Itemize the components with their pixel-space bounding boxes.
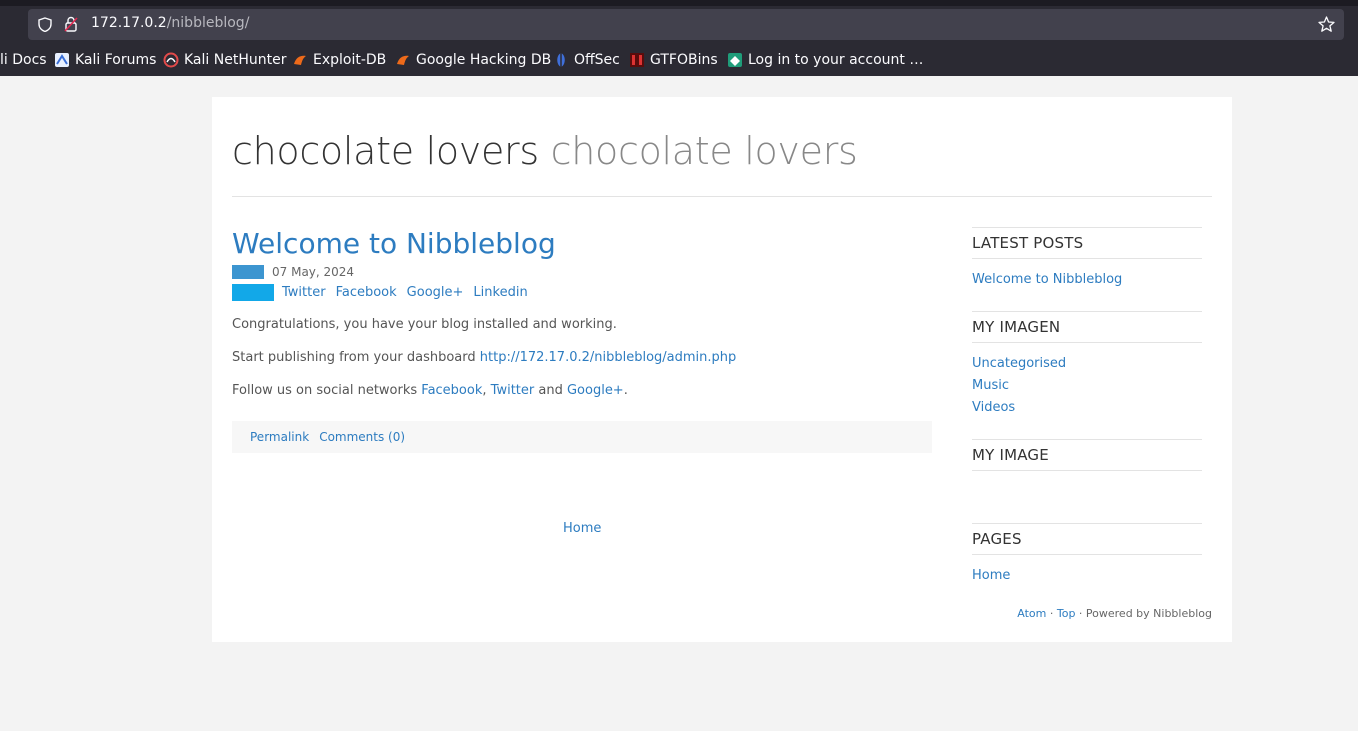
social-facebook-link[interactable]: Facebook — [421, 383, 482, 398]
site-slogan: chocolate lovers — [550, 129, 858, 173]
bookmark-label: GTFOBins — [650, 52, 718, 68]
powered-by-text: · Powered by Nibbleblog — [1075, 607, 1212, 620]
offsec-icon — [557, 53, 565, 67]
share-links: Twitter Facebook Google+ Linkedin — [282, 285, 528, 300]
post-footer: Permalink Comments (0) — [232, 421, 932, 453]
site-title[interactable]: chocolate lovers — [232, 129, 539, 173]
bookmark-gtfobins[interactable]: GTFOBins — [629, 50, 718, 70]
kali-nethunter-icon — [163, 52, 179, 68]
bookmark-label: Google Hacking DB — [416, 52, 552, 68]
post-paragraph-2: Start publishing from your dashboard htt… — [232, 350, 736, 365]
post-date: 07 May, 2024 — [272, 265, 355, 279]
google-hacking-db-icon — [397, 55, 409, 65]
login-account-icon — [728, 53, 742, 67]
paragraph-text: Follow us on social networks — [232, 383, 422, 398]
social-googleplus-link[interactable]: Google+ — [567, 383, 624, 398]
paragraph-text: . — [623, 383, 628, 398]
footer-separator: · — [1046, 607, 1057, 620]
post-title-link[interactable]: Welcome to Nibbleblog — [232, 227, 556, 260]
widget-heading-my-image: MY IMAGE — [972, 439, 1202, 471]
bookmark-label: li Docs — [0, 52, 47, 68]
bookmark-star-icon[interactable] — [1318, 16, 1335, 33]
widget-heading-latest-posts: LATEST POSTS — [972, 227, 1202, 259]
gtfobins-icon — [630, 53, 644, 67]
page-home-link[interactable]: Home — [972, 568, 1010, 583]
category-uncategorised-link[interactable]: Uncategorised — [972, 356, 1066, 371]
paragraph-text: , — [482, 383, 487, 398]
url-text[interactable]: 172.17.0.2/nibbleblog/ — [91, 15, 249, 31]
share-badge — [232, 284, 274, 301]
bookmark-kali-docs[interactable]: li Docs — [0, 50, 47, 70]
paragraph-text: and — [534, 383, 567, 398]
back-to-top-link[interactable]: Top — [1057, 607, 1076, 620]
site-header: chocolate lovers chocolate lovers — [232, 129, 858, 173]
post-paragraph-1: Congratulations, you have your blog inst… — [232, 317, 617, 332]
category-music-link[interactable]: Music — [972, 378, 1009, 393]
bookmark-label: Kali NetHunter — [184, 52, 287, 68]
date-badge — [232, 265, 264, 279]
social-twitter-link[interactable]: Twitter — [491, 383, 535, 398]
widget-heading-my-imagen: MY IMAGEN — [972, 311, 1202, 343]
page-footer: Atom · Top · Powered by Nibbleblog — [1017, 607, 1212, 620]
url-bar[interactable]: 172.17.0.2/nibbleblog/ — [28, 9, 1344, 40]
permalink-link[interactable]: Permalink — [250, 430, 309, 444]
header-divider — [232, 196, 1212, 197]
bookmark-label: Kali Forums — [75, 52, 157, 68]
dashboard-link[interactable]: http://172.17.0.2/nibbleblog/admin.php — [480, 350, 737, 365]
comments-link[interactable]: Comments (0) — [319, 430, 405, 444]
post-paragraph-3: Follow us on social networks Facebook, T… — [232, 383, 628, 398]
bookmark-exploit-db[interactable]: Exploit-DB — [292, 50, 386, 70]
share-linkedin-link[interactable]: Linkedin — [473, 285, 527, 300]
bookmarks-toolbar: li Docs Kali Forums Kali NetHunter Explo… — [0, 46, 1358, 74]
bookmark-offsec[interactable]: OffSec — [553, 50, 620, 70]
latest-post-link[interactable]: Welcome to Nibbleblog — [972, 272, 1122, 287]
bookmark-label: Log in to your account … — [748, 52, 924, 68]
widget-heading-pages: PAGES — [972, 523, 1202, 555]
exploit-db-icon — [294, 55, 306, 65]
share-googleplus-link[interactable]: Google+ — [407, 285, 464, 300]
bookmark-kali-nethunter[interactable]: Kali NetHunter — [163, 50, 286, 70]
share-twitter-link[interactable]: Twitter — [282, 285, 326, 300]
blog-page: chocolate lovers chocolate lovers Welcom… — [212, 97, 1232, 642]
category-videos-link[interactable]: Videos — [972, 400, 1015, 415]
paragraph-text: Start publishing from your dashboard — [232, 350, 480, 365]
bookmark-label: Exploit-DB — [313, 52, 387, 68]
pager-home-link[interactable]: Home — [563, 521, 601, 536]
tab-strip-edge — [0, 0, 1358, 6]
bookmark-login-account[interactable]: Log in to your account … — [727, 50, 923, 70]
bookmark-label: OffSec — [574, 52, 620, 68]
browser-chrome: 172.17.0.2/nibbleblog/ li Docs Kali Foru… — [0, 0, 1358, 76]
atom-feed-link[interactable]: Atom — [1017, 607, 1046, 620]
share-facebook-link[interactable]: Facebook — [336, 285, 397, 300]
bookmark-kali-forums[interactable]: Kali Forums — [54, 50, 156, 70]
shield-icon[interactable] — [38, 17, 52, 32]
insecure-lock-icon[interactable] — [64, 16, 78, 32]
bookmark-google-hacking-db[interactable]: Google Hacking DB — [395, 50, 551, 70]
kali-forums-icon — [55, 53, 69, 67]
